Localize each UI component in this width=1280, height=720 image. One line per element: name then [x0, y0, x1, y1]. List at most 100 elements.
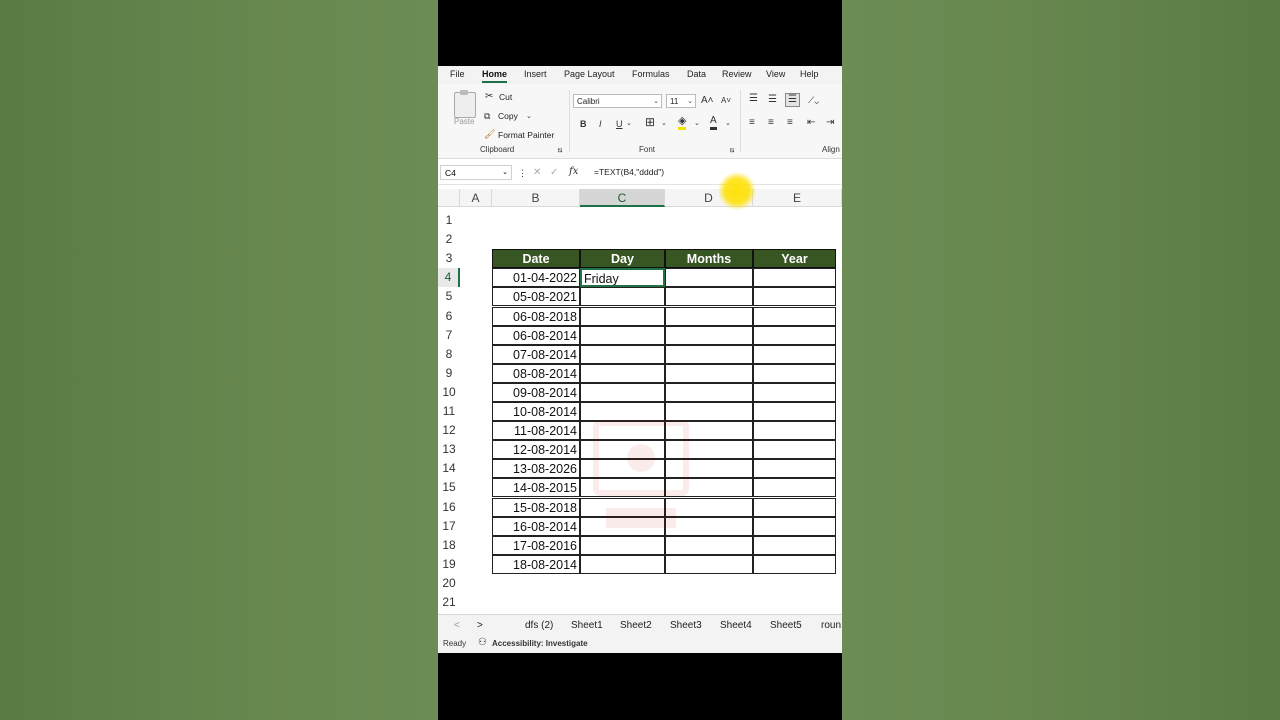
column-header-e[interactable]: E: [753, 189, 842, 207]
date-cell[interactable]: 01-04-2022: [492, 268, 580, 288]
date-cell[interactable]: 11-08-2014: [492, 421, 580, 441]
year-cell[interactable]: [753, 497, 836, 517]
sheet-tab-sheet4[interactable]: Sheet4: [720, 620, 752, 631]
copy-button[interactable]: Copy: [498, 111, 518, 121]
month-cell[interactable]: [665, 306, 753, 326]
row-header[interactable]: 16: [438, 498, 460, 517]
year-cell[interactable]: [753, 402, 836, 421]
month-cell[interactable]: [665, 363, 753, 383]
row-header[interactable]: 19: [438, 555, 460, 574]
cut-button[interactable]: Cut: [499, 92, 512, 102]
year-cell[interactable]: [753, 325, 836, 345]
day-cell[interactable]: [580, 325, 665, 345]
date-cell[interactable]: 16-08-2014: [492, 516, 580, 536]
underline-dropdown-icon[interactable]: ⌄: [626, 118, 632, 130]
decrease-indent-icon[interactable]: ⇤: [807, 117, 815, 129]
month-cell[interactable]: [665, 268, 753, 288]
copy-dropdown-icon[interactable]: ⌄: [526, 111, 532, 123]
month-cell[interactable]: [665, 535, 753, 555]
row-header[interactable]: 8: [438, 345, 460, 364]
font-color-dropdown-icon[interactable]: ⌄: [725, 118, 731, 130]
year-cell[interactable]: [753, 382, 836, 402]
font-shrink-icon[interactable]: A˅: [721, 95, 731, 107]
more-icon[interactable]: ⋮: [518, 167, 527, 179]
formula-input[interactable]: =TEXT(B4,"dddd"): [594, 167, 664, 177]
table-header-cell[interactable]: Day: [580, 249, 665, 269]
date-cell[interactable]: 08-08-2014: [492, 363, 580, 383]
day-cell[interactable]: [580, 535, 665, 555]
select-all-corner[interactable]: [438, 189, 460, 207]
align-middle-icon[interactable]: ☰: [768, 94, 777, 106]
sheet-tab-dfs-2[interactable]: dfs (2): [525, 620, 553, 631]
year-cell[interactable]: [753, 554, 836, 574]
row-header[interactable]: 9: [438, 364, 460, 383]
row-header[interactable]: 4: [438, 268, 460, 288]
month-cell[interactable]: [665, 554, 753, 574]
tab-formulas[interactable]: Formulas: [632, 69, 670, 79]
date-cell[interactable]: 15-08-2018: [492, 497, 580, 517]
month-cell[interactable]: [665, 344, 753, 364]
tab-data[interactable]: Data: [687, 69, 706, 79]
orientation-icon[interactable]: ⟋⌄: [808, 94, 819, 106]
italic-button[interactable]: I: [599, 118, 602, 130]
table-header-cell[interactable]: Year: [753, 249, 836, 269]
month-cell[interactable]: [665, 325, 753, 345]
dialog-launcher-icon[interactable]: ⧅: [730, 145, 734, 157]
year-cell[interactable]: [753, 535, 836, 555]
row-header[interactable]: 15: [438, 478, 460, 497]
tab-file[interactable]: File: [450, 69, 465, 79]
row-header[interactable]: 2: [438, 230, 460, 249]
font-grow-icon[interactable]: A˄: [701, 95, 714, 107]
accessibility-icon[interactable]: ⚇: [478, 637, 487, 649]
align-center-icon[interactable]: ≡: [768, 117, 774, 129]
date-cell[interactable]: 06-08-2014: [492, 325, 580, 345]
row-header[interactable]: 21: [438, 593, 460, 612]
year-cell[interactable]: [753, 363, 836, 383]
row-header[interactable]: 6: [438, 307, 460, 326]
borders-icon[interactable]: ⊞: [645, 116, 655, 128]
row-header[interactable]: 1: [438, 211, 460, 230]
month-cell[interactable]: [665, 287, 753, 307]
format-painter-button[interactable]: Format Painter: [498, 130, 554, 140]
date-cell[interactable]: 14-08-2015: [492, 478, 580, 498]
sheet-next-button[interactable]: >: [477, 620, 483, 631]
date-cell[interactable]: 13-08-2026: [492, 459, 580, 479]
row-header[interactable]: 5: [438, 287, 460, 306]
tab-view[interactable]: View: [766, 69, 785, 79]
row-header[interactable]: 14: [438, 459, 460, 478]
year-cell[interactable]: [753, 268, 836, 288]
tab-help[interactable]: Help: [800, 69, 819, 79]
tab-review[interactable]: Review: [722, 69, 752, 79]
row-header[interactable]: 20: [438, 574, 460, 593]
row-header[interactable]: 13: [438, 440, 460, 459]
sheet-tab-sheet3[interactable]: Sheet3: [670, 620, 702, 631]
align-right-icon[interactable]: ≡: [787, 117, 793, 129]
row-header[interactable]: 7: [438, 326, 460, 345]
fill-dropdown-icon[interactable]: ⌄: [694, 118, 700, 130]
align-left-icon[interactable]: ≡: [749, 117, 755, 129]
column-header-b[interactable]: B: [492, 189, 580, 207]
column-header-a[interactable]: A: [460, 189, 492, 207]
year-cell[interactable]: [753, 287, 836, 307]
column-header-c[interactable]: C: [580, 189, 665, 207]
bold-button[interactable]: B: [580, 118, 587, 130]
table-header-cell[interactable]: Date: [492, 249, 580, 269]
font-name-combo[interactable]: Calibri ⌄: [573, 94, 662, 108]
date-cell[interactable]: 09-08-2014: [492, 382, 580, 402]
year-cell[interactable]: [753, 306, 836, 326]
paste-label[interactable]: Paste: [454, 117, 474, 126]
date-cell[interactable]: 17-08-2016: [492, 535, 580, 555]
align-bottom-icon[interactable]: ☰: [785, 93, 800, 107]
row-header[interactable]: 17: [438, 517, 460, 536]
date-cell[interactable]: 10-08-2014: [492, 402, 580, 421]
borders-dropdown-icon[interactable]: ⌄: [661, 118, 667, 130]
sheet-tab-sheet1[interactable]: Sheet1: [571, 620, 603, 631]
date-cell[interactable]: 12-08-2014: [492, 440, 580, 460]
year-cell[interactable]: [753, 459, 836, 479]
sheet-prev-button[interactable]: <: [454, 620, 460, 631]
cancel-icon[interactable]: ✕: [533, 167, 541, 179]
name-box[interactable]: C4 ⌄: [440, 165, 512, 180]
active-cell-c4[interactable]: Friday: [580, 268, 665, 288]
increase-indent-icon[interactable]: ⇥: [826, 117, 834, 129]
day-cell[interactable]: [580, 344, 665, 364]
